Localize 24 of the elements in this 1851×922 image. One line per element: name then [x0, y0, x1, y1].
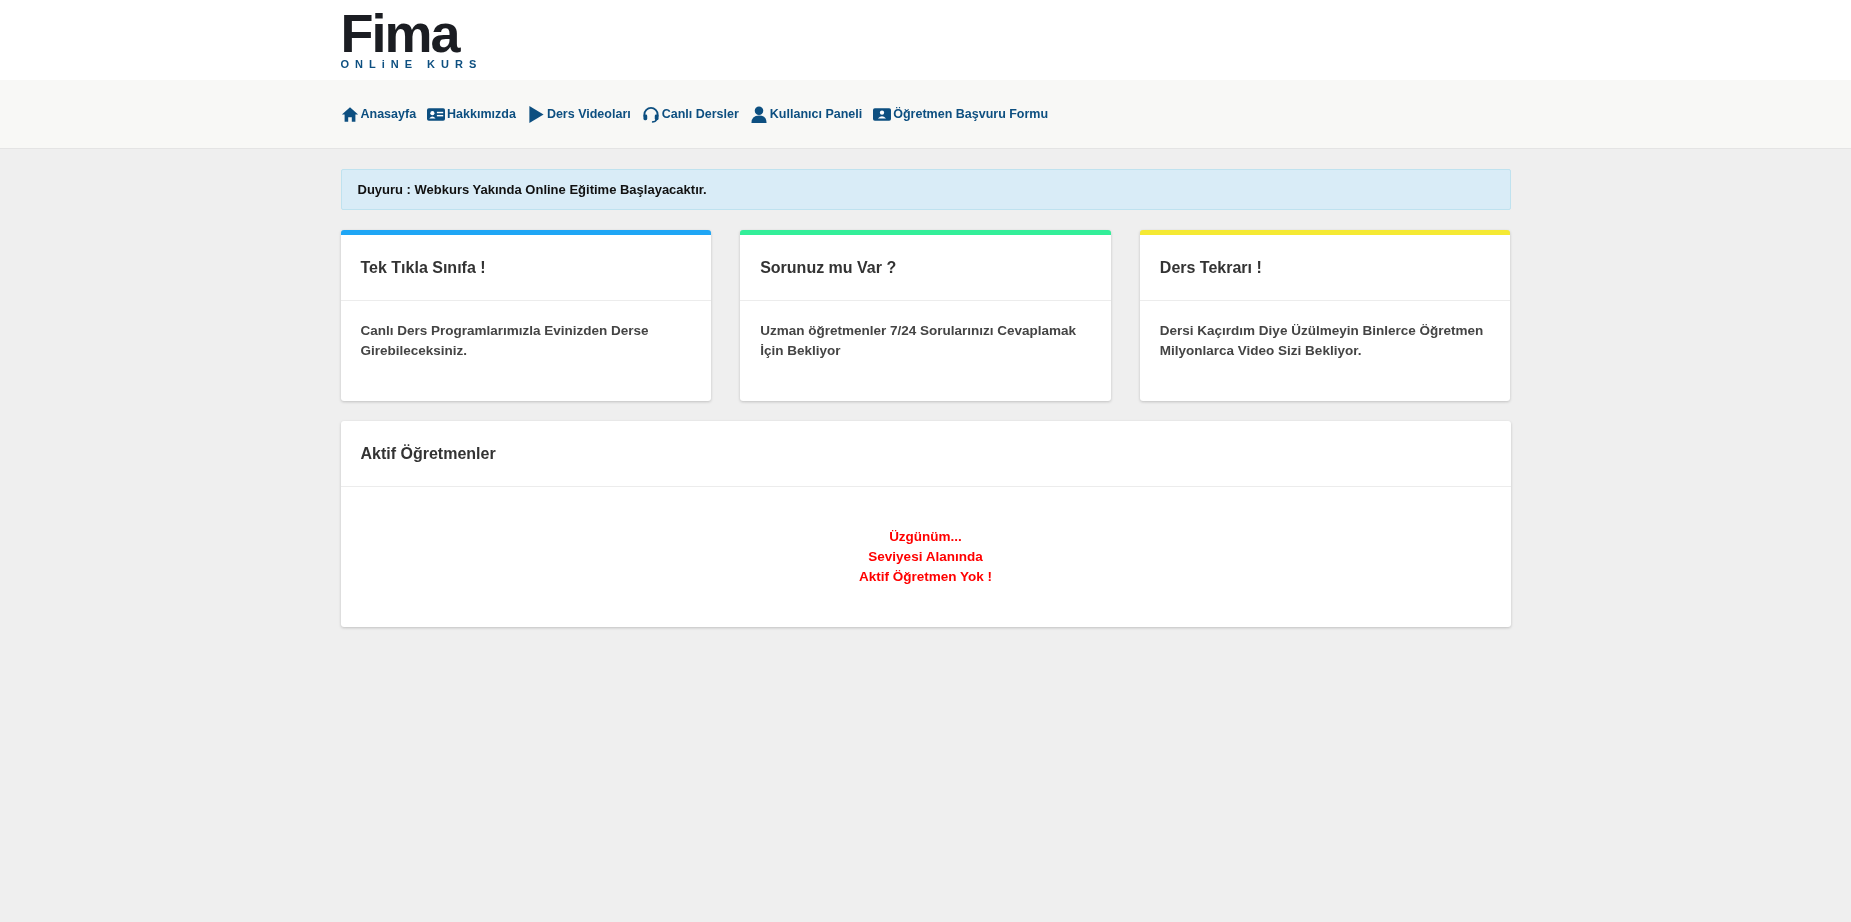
id-card-icon	[427, 105, 446, 123]
nav-link[interactable]: Ders Videoları	[526, 105, 631, 123]
id-badge-icon	[873, 105, 892, 123]
card-text: Canlı Ders Programlarımızla Evinizden Derse Girebileceksiniz.	[360, 322, 650, 360]
card-title: Sorunuz mu Var ?	[760, 258, 897, 277]
logo[interactable]: Fima ONLiNE KURS	[340, 0, 483, 70]
headset-icon	[641, 105, 660, 123]
user-icon	[749, 105, 768, 123]
nav-link[interactable]: Kullanıcı Paneli	[749, 105, 863, 123]
card-text: Uzman öğretmenler 7/24 Sorularınızı Cevaplamak İçin Bekliyor	[760, 322, 1078, 360]
card-title: Ders Tekrarı !	[1159, 258, 1262, 277]
panel-title: Aktif Öğretmenler	[360, 444, 496, 463]
announcement-alert: Duyuru : Webkurs Yakında Online Eğitime Başlayacaktır.	[340, 169, 1511, 210]
card-text: Dersi Kaçırdım Diye Üzülmeyin Binlerce Öğretmen Milyonlarca Video Sizi Bekliyor.	[1159, 322, 1485, 360]
nav-link[interactable]: Hakkımızda	[427, 105, 516, 123]
empty-message: Aktif Öğretmen Yok !	[859, 568, 992, 586]
nav-link[interactable]: Canlı Dersler	[641, 105, 739, 123]
empty-message: Seviyesi Alanında	[868, 548, 983, 566]
home-icon	[340, 105, 359, 123]
nav-link[interactable]: Öğretmen Başvuru Formu	[873, 105, 1049, 123]
empty-message: Üzgünüm...	[889, 528, 962, 546]
card-title: Tek Tıkla Sınıfa !	[360, 258, 486, 277]
play-icon	[526, 105, 545, 123]
nav-link[interactable]: Anasayfa	[340, 105, 417, 123]
